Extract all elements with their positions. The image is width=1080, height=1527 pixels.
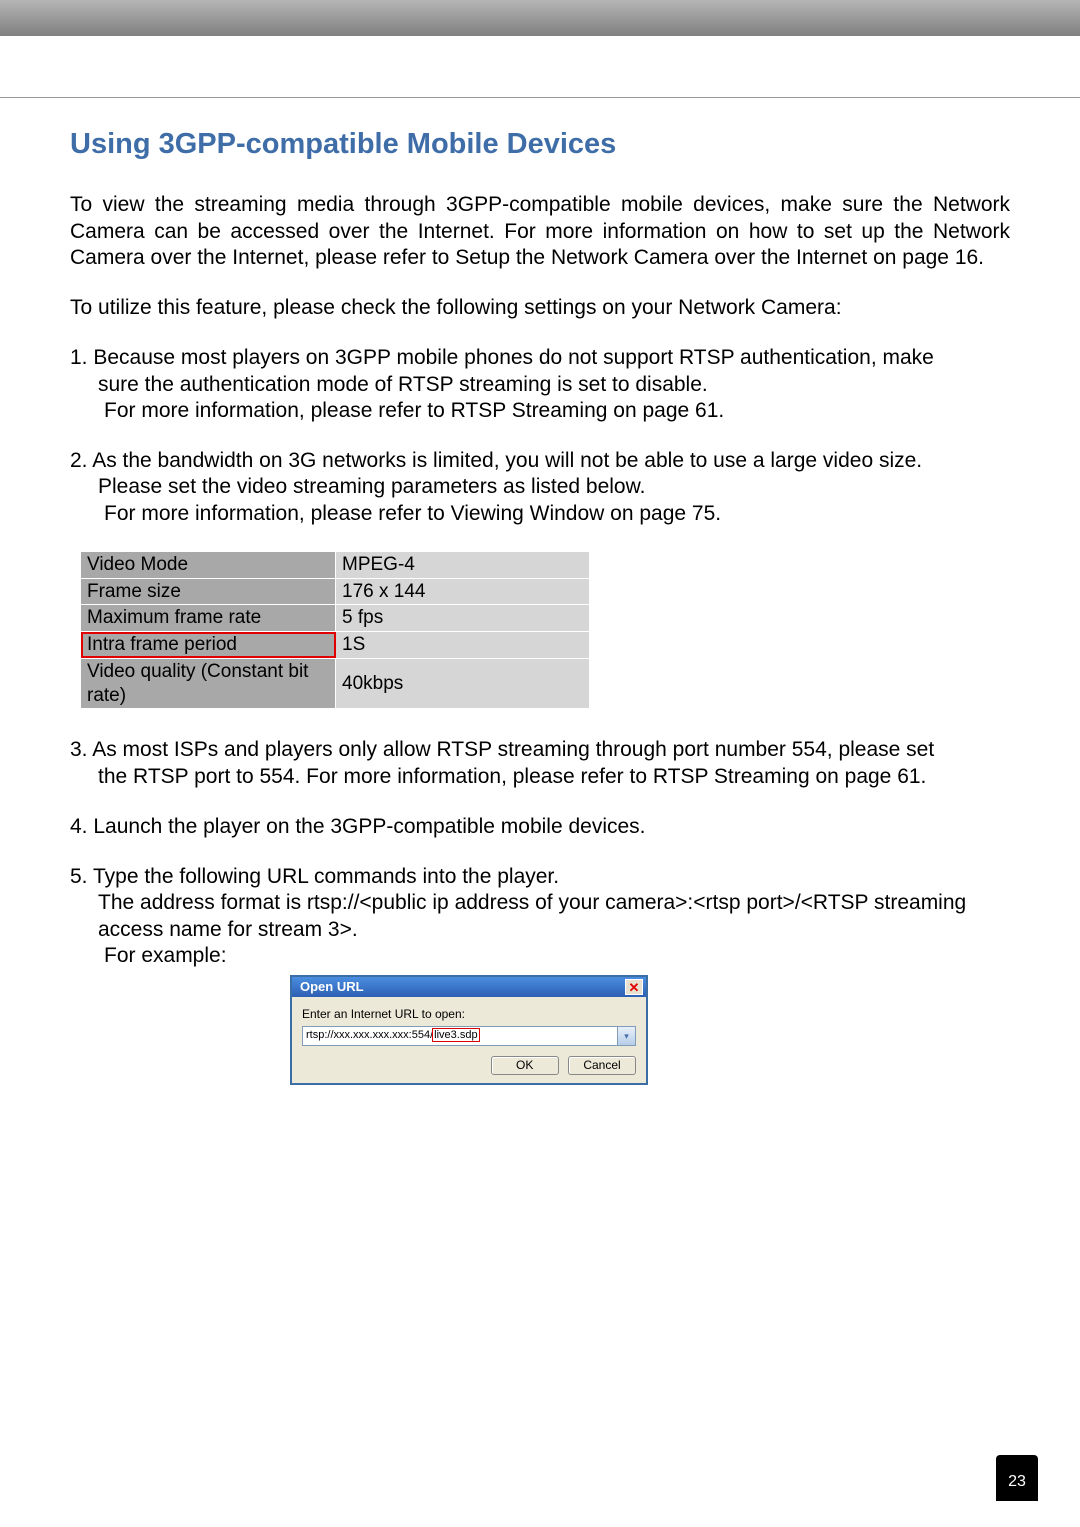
- list-item-5-line1: 5. Type the following URL commands into …: [70, 865, 559, 888]
- list-item-1-line1: 1. Because most players on 3GPP mobile p…: [70, 346, 934, 369]
- list-item-2-line3: For more information, please refer to Vi…: [70, 501, 1010, 527]
- setting-label: Frame size: [81, 578, 336, 605]
- list-item-2-line1: 2. As the bandwidth on 3G networks is li…: [70, 449, 922, 472]
- setting-label: Intra frame period: [81, 632, 336, 659]
- list-item-5: 5. Type the following URL commands into …: [70, 864, 1010, 969]
- close-icon[interactable]: ✕: [625, 979, 643, 995]
- dialog-title: Open URL: [300, 979, 364, 995]
- setting-label: Video quality (Constant bit rate): [81, 658, 336, 709]
- url-input-row: rtsp://xxx.xxx.xxx.xxx:554/live3.sdp ▾: [302, 1026, 636, 1046]
- dialog-input-label: Enter an Internet URL to open:: [302, 1007, 636, 1022]
- dialog-button-row: OK Cancel: [302, 1056, 636, 1075]
- setting-value: 1S: [336, 632, 590, 659]
- list-item-1-line2: sure the authentication mode of RTSP str…: [70, 372, 1010, 398]
- table-row: Video quality (Constant bit rate) 40kbps: [81, 658, 590, 709]
- setting-value: 5 fps: [336, 605, 590, 632]
- check-settings-line: To utilize this feature, please check th…: [70, 295, 1010, 321]
- list-item-3: 3. As most ISPs and players only allow R…: [70, 737, 1010, 790]
- list-item-5-line3: access name for stream 3>.: [70, 917, 1010, 943]
- page-content: Using 3GPP-compatible Mobile Devices To …: [0, 98, 1080, 1085]
- list-item-2-line2: Please set the video streaming parameter…: [70, 474, 1010, 500]
- cancel-button[interactable]: Cancel: [568, 1056, 636, 1075]
- setting-label: Maximum frame rate: [81, 605, 336, 632]
- setting-value: 40kbps: [336, 658, 590, 709]
- table-row: Video Mode MPEG-4: [81, 551, 590, 578]
- list-item-5-line4: For example:: [70, 943, 1010, 969]
- list-item-1: 1. Because most players on 3GPP mobile p…: [70, 345, 1010, 424]
- section-heading: Using 3GPP-compatible Mobile Devices: [70, 126, 1010, 162]
- video-settings-table: Video Mode MPEG-4 Frame size 176 x 144 M…: [80, 551, 590, 710]
- dialog-body: Enter an Internet URL to open: rtsp://xx…: [292, 997, 646, 1083]
- top-gradient-bar: [0, 0, 1080, 36]
- list-item-5-line2: The address format is rtsp://<public ip …: [70, 890, 1010, 916]
- list-item-2: 2. As the bandwidth on 3G networks is li…: [70, 448, 1010, 527]
- top-spacer: [0, 36, 1080, 98]
- list-item-4: 4. Launch the player on the 3GPP-compati…: [70, 814, 1010, 840]
- page-number-badge: 23: [996, 1455, 1038, 1501]
- url-input[interactable]: rtsp://xxx.xxx.xxx.xxx:554/live3.sdp: [302, 1026, 618, 1046]
- list-item-3-line2: the RTSP port to 554. For more informati…: [70, 764, 1010, 790]
- list-item-3-line1: 3. As most ISPs and players only allow R…: [70, 738, 934, 761]
- setting-value: MPEG-4: [336, 551, 590, 578]
- table-row: Maximum frame rate 5 fps: [81, 605, 590, 632]
- open-url-dialog: Open URL ✕ Enter an Internet URL to open…: [290, 975, 648, 1085]
- url-highlight-text: live3.sdp: [432, 1028, 479, 1042]
- chevron-down-icon[interactable]: ▾: [618, 1026, 636, 1046]
- list-item-1-line3: For more information, please refer to RT…: [70, 398, 1010, 424]
- table-row: Frame size 176 x 144: [81, 578, 590, 605]
- ok-button[interactable]: OK: [491, 1056, 559, 1075]
- dialog-titlebar[interactable]: Open URL ✕: [292, 977, 646, 997]
- setting-value: 176 x 144: [336, 578, 590, 605]
- intro-paragraph: To view the streaming media through 3GPP…: [70, 192, 1010, 271]
- table-row: Intra frame period 1S: [81, 632, 590, 659]
- url-prefix-text: rtsp://xxx.xxx.xxx.xxx:554/: [306, 1029, 433, 1041]
- setting-label: Video Mode: [81, 551, 336, 578]
